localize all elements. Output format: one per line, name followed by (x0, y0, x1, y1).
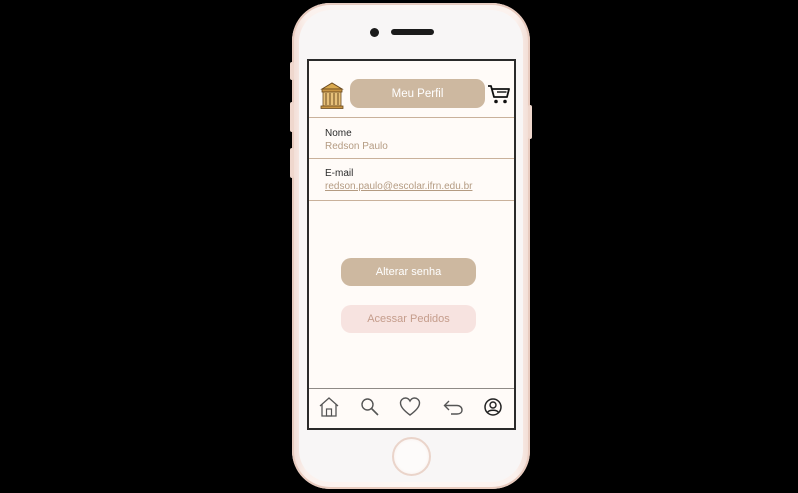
home-button[interactable] (392, 437, 431, 476)
side-button (290, 62, 294, 80)
bottom-nav (309, 388, 514, 428)
app-screen: Meu Perfil Nome Redson Paulo E-mail reds… (307, 59, 516, 430)
name-label: Nome (325, 128, 352, 139)
side-button (290, 102, 294, 132)
search-icon[interactable] (359, 396, 381, 418)
back-arrow-icon[interactable] (442, 396, 464, 418)
name-value: Redson Paulo (325, 141, 388, 152)
side-button (528, 105, 532, 139)
email-label: E-mail (325, 168, 354, 179)
top-bar: Meu Perfil (309, 61, 514, 118)
side-button (290, 148, 294, 178)
profile-icon[interactable] (482, 396, 504, 418)
front-camera (370, 28, 379, 37)
name-field: Nome Redson Paulo (309, 118, 514, 159)
email-field: E-mail redson.paulo@escolar.ifrn.edu.br (309, 158, 514, 201)
earpiece-speaker (391, 29, 434, 35)
heart-icon[interactable] (399, 396, 421, 418)
page-title: Meu Perfil (350, 79, 485, 108)
view-orders-button[interactable]: Acessar Pedidos (341, 305, 476, 333)
email-value[interactable]: redson.paulo@escolar.ifrn.edu.br (325, 181, 472, 192)
change-password-button[interactable]: Alterar senha (341, 258, 476, 286)
shopping-cart-icon[interactable] (487, 82, 511, 106)
store-building-icon[interactable] (320, 81, 344, 109)
home-icon[interactable] (318, 396, 340, 418)
